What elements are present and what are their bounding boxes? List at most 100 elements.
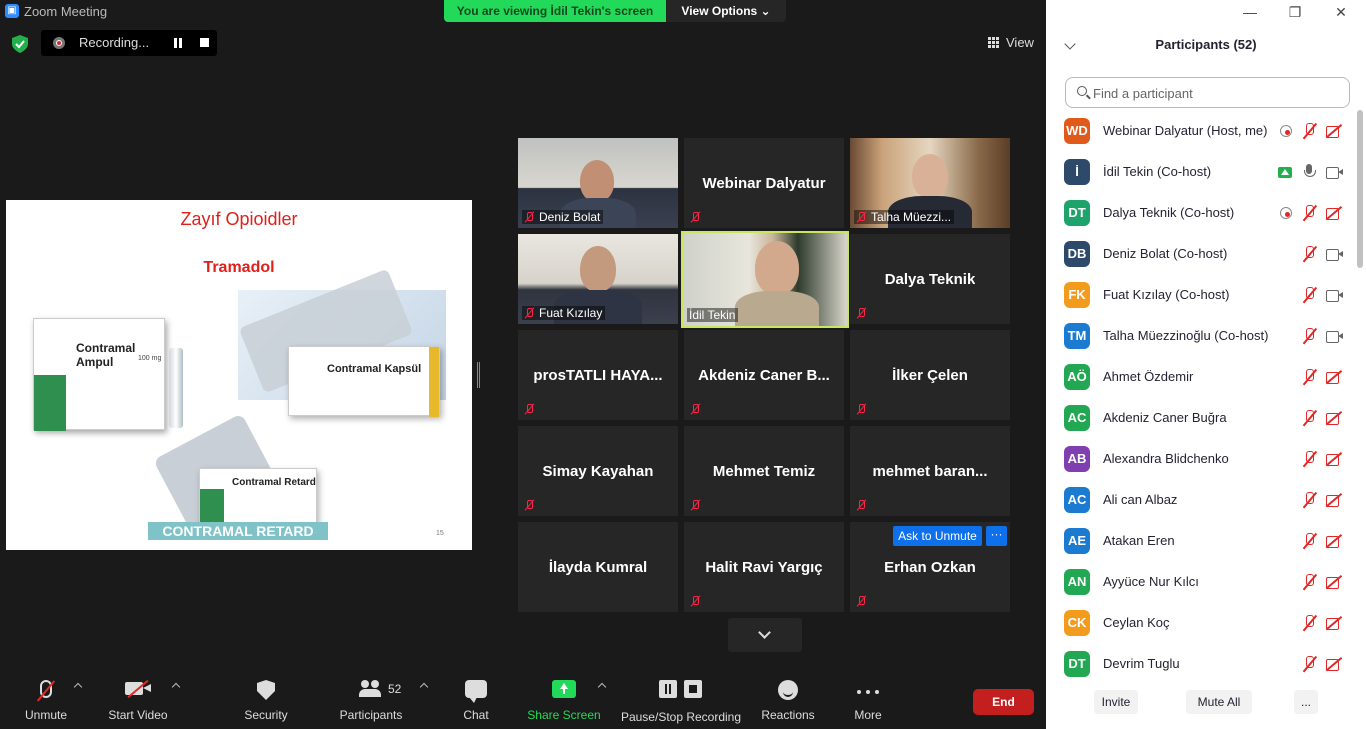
name-tile[interactable]: İlker Çelen (850, 330, 1010, 420)
split-divider-handle[interactable] (477, 362, 480, 388)
participants-panel: — ❐ ✕ Participants (52) WD Webinar Dalyat… (1046, 0, 1366, 729)
unmute-button[interactable]: Unmute (14, 666, 78, 729)
invite-button[interactable]: Invite (1094, 690, 1138, 714)
muted-mic-icon[interactable] (1302, 451, 1318, 467)
muted-mic-icon[interactable] (1302, 246, 1318, 262)
video-off-icon[interactable] (1326, 533, 1342, 549)
more-button[interactable]: More (846, 666, 890, 729)
video-icon[interactable] (1326, 328, 1343, 344)
name-tile[interactable]: prosTATLI HAYA... (518, 330, 678, 420)
participant-row[interactable]: İ İdil Tekin (Co-host) (1046, 151, 1356, 192)
view-layout-button[interactable]: View (982, 32, 1038, 54)
video-off-icon[interactable] (1326, 123, 1342, 139)
participant-row[interactable]: AÖ Ahmet Özdemir (1046, 356, 1356, 397)
muted-mic-icon[interactable] (1302, 123, 1318, 139)
share-screen-button[interactable]: Share Screen (526, 666, 602, 729)
participant-row[interactable]: AE Atakan Eren (1046, 520, 1356, 561)
muted-mic-icon[interactable] (1302, 492, 1318, 508)
ask-to-unmute-button[interactable]: Ask to Unmute (893, 526, 982, 546)
participant-name: Akdeniz Caner Buğra (1103, 410, 1227, 425)
encryption-shield-icon[interactable] (10, 35, 30, 53)
muted-mic-icon (690, 595, 700, 607)
muted-mic-icon (856, 211, 866, 223)
name-tile[interactable]: Akdeniz Caner B... (684, 330, 844, 420)
mic-icon[interactable] (1302, 164, 1318, 180)
tile-mute-indicator (522, 402, 542, 416)
retard-box-label: Contramal Retard (232, 477, 316, 488)
participants-button[interactable]: Participants (336, 666, 406, 729)
muted-mic-icon[interactable] (1302, 615, 1318, 631)
view-options-button[interactable]: View Options ⌄ (666, 0, 786, 22)
participant-row[interactable]: DT Dalya Teknik (Co-host) (1046, 192, 1356, 233)
scrollbar-thumb[interactable] (1357, 110, 1363, 268)
video-icon[interactable] (1326, 287, 1343, 303)
participant-row[interactable]: FK Fuat Kızılay (Co-host) (1046, 274, 1356, 315)
minimize-window-icon[interactable]: — (1240, 4, 1260, 20)
video-tile[interactable]: Deniz Bolat (518, 138, 678, 228)
participant-row[interactable]: AB Alexandra Blidchenko (1046, 438, 1356, 479)
video-tile[interactable]: Fuat Kızılay (518, 234, 678, 324)
muted-mic-icon[interactable] (1302, 574, 1318, 590)
pause-recording-icon[interactable] (173, 38, 183, 48)
next-page-button[interactable] (728, 618, 802, 652)
panel-more-button[interactable]: ... (1294, 690, 1318, 714)
participant-row[interactable]: AN Ayyüce Nur Kılcı (1046, 561, 1356, 602)
participant-row[interactable]: DT Devrim Tuglu (1046, 643, 1356, 680)
participant-row[interactable]: TM Talha Müezzinoğlu (Co-host) (1046, 315, 1356, 356)
muted-mic-icon[interactable] (1302, 533, 1318, 549)
muted-mic-icon[interactable] (1302, 205, 1318, 221)
tile-name: Webinar Dalyatur (684, 138, 844, 228)
name-tile[interactable]: Dalya Teknik (850, 234, 1010, 324)
participant-row[interactable]: WD Webinar Dalyatur (Host, me) (1046, 110, 1356, 151)
video-off-icon[interactable] (1326, 410, 1342, 426)
reactions-button[interactable]: Reactions (758, 666, 818, 729)
muted-mic-icon[interactable] (1302, 328, 1318, 344)
name-tile[interactable]: İlayda Kumral (518, 522, 678, 612)
participant-row[interactable]: CK Ceylan Koç (1046, 602, 1356, 643)
view-label: View (1006, 35, 1034, 50)
tile-name: İlker Çelen (850, 330, 1010, 420)
muted-mic-icon[interactable] (1302, 410, 1318, 426)
muted-mic-icon (856, 499, 866, 511)
active-speaker-tile[interactable]: İdil Tekin (681, 231, 849, 328)
video-off-icon[interactable] (1326, 369, 1342, 385)
video-off-icon[interactable] (1326, 574, 1342, 590)
video-off-icon[interactable] (1326, 656, 1342, 672)
participant-row[interactable]: AC Akdeniz Caner Buğra (1046, 397, 1356, 438)
video-off-icon[interactable] (1326, 492, 1342, 508)
video-off-icon[interactable] (1326, 451, 1342, 467)
tile-more-button[interactable]: ··· (986, 526, 1007, 546)
video-off-icon[interactable] (1326, 205, 1342, 221)
tile-name-text: Erhan Ozkan (884, 558, 976, 576)
participant-search-input[interactable] (1093, 84, 1333, 102)
stop-recording-icon[interactable] (200, 38, 209, 47)
name-tile[interactable]: mehmet baran... (850, 426, 1010, 516)
close-window-icon[interactable]: ✕ (1331, 4, 1351, 21)
name-tile[interactable]: Webinar Dalyatur (684, 138, 844, 228)
muted-mic-icon[interactable] (1302, 369, 1318, 385)
tile-mute-indicator (522, 498, 542, 512)
participant-row[interactable]: DB Deniz Bolat (Co-host) (1046, 233, 1356, 274)
video-off-icon[interactable] (1326, 615, 1342, 631)
participant-name: Webinar Dalyatur (Host, me) (1103, 123, 1268, 138)
video-tile[interactable]: Talha Müezzi... (850, 138, 1010, 228)
mute-all-button[interactable]: Mute All (1186, 690, 1252, 714)
participants-options-caret-icon[interactable] (419, 682, 429, 692)
chat-button[interactable]: Chat (450, 666, 502, 729)
muted-mic-icon[interactable] (1302, 287, 1318, 303)
video-icon[interactable] (1326, 164, 1343, 180)
participant-row[interactable]: AC Ali can Albaz (1046, 479, 1356, 520)
start-video-button[interactable]: Start Video (104, 666, 172, 729)
video-options-caret-icon[interactable] (171, 682, 181, 692)
name-tile[interactable]: Halit Ravi Yargıç (684, 522, 844, 612)
restore-window-icon[interactable]: ❐ (1285, 4, 1305, 21)
recording-dot-icon (53, 37, 65, 49)
security-button[interactable]: Security (236, 666, 296, 729)
pause-stop-recording-button[interactable]: Pause/Stop Recording (620, 666, 742, 729)
name-tile[interactable]: Mehmet Temiz (684, 426, 844, 516)
name-tile[interactable]: Simay Kayahan (518, 426, 678, 516)
participant-name: Deniz Bolat (Co-host) (1103, 246, 1228, 261)
muted-mic-icon[interactable] (1302, 656, 1318, 672)
video-icon[interactable] (1326, 246, 1343, 262)
end-meeting-button[interactable]: End (973, 689, 1034, 715)
